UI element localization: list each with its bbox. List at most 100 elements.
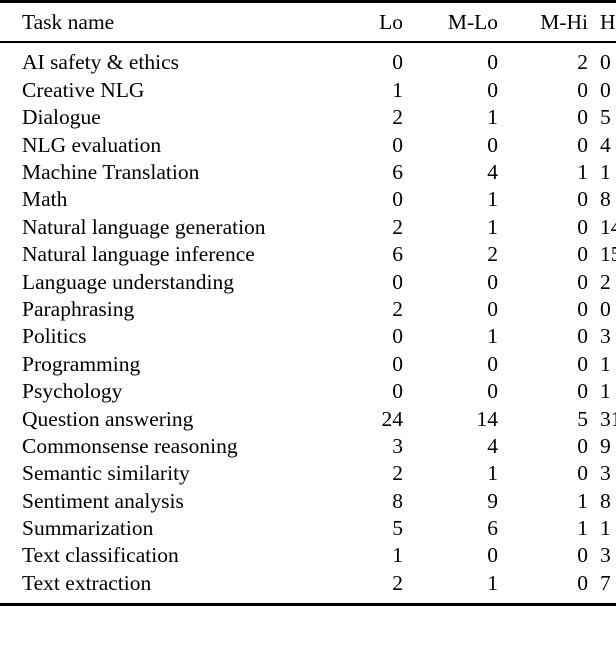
table-row: Machine Translation 6 4 1 1 — [0, 159, 616, 186]
cell-m-lo: 0 — [487, 296, 498, 321]
cell-m-lo: 1 — [487, 214, 498, 239]
table-row: Question answering 24 14 5 31 — [0, 406, 616, 433]
cell-lo: 0 — [392, 269, 403, 294]
cell-task-name: Natural language inference — [22, 242, 255, 267]
table-row: Sentiment analysis 8 9 1 8 — [0, 488, 616, 515]
table-row: Text classification 1 0 0 3 — [0, 543, 616, 570]
table-row: Semantic similarity 2 1 0 3 — [0, 460, 616, 487]
cell-task-name: Natural language generation — [22, 214, 266, 239]
cell-m-hi: 1 — [577, 160, 588, 184]
table-row: Programming 0 0 0 1 — [0, 351, 616, 378]
body-top-spacer — [0, 43, 616, 50]
cell-lo: 0 — [392, 132, 403, 157]
cell-m-hi: 0 — [577, 132, 588, 157]
cell-task-name: Language understanding — [22, 269, 234, 294]
cell-lo: 6 — [392, 160, 403, 184]
cell-lo: 2 — [392, 214, 403, 239]
cell-task-name: Machine Translation — [22, 160, 200, 184]
task-distribution-table: Task name Lo M-Lo M-Hi Hi AI safety & et… — [0, 0, 616, 607]
cell-lo: 5 — [392, 516, 403, 541]
table-row: Commonsense reasoning 3 4 0 9 — [0, 433, 616, 460]
cell-m-hi: 5 — [577, 406, 588, 431]
cell-m-hi: 0 — [577, 77, 588, 102]
cell-hi: 8 — [600, 488, 611, 513]
cell-m-hi: 0 — [577, 242, 588, 267]
column-header-row: Task name Lo M-Lo M-Hi Hi — [0, 10, 616, 34]
table-row: Paraphrasing 2 0 0 0 — [0, 296, 616, 323]
table-header: Task name Lo M-Lo M-Hi Hi — [0, 0, 616, 50]
cell-lo: 8 — [392, 488, 403, 513]
cell-hi: 1 — [600, 160, 611, 184]
cell-task-name: Programming — [22, 351, 141, 376]
cell-task-name: Math — [22, 187, 68, 212]
cell-m-lo: 1 — [487, 461, 498, 486]
cell-m-lo: 4 — [487, 433, 498, 458]
table-row: AI safety & ethics 0 0 2 0 — [0, 50, 616, 77]
cell-lo: 0 — [392, 324, 403, 349]
cell-m-hi: 1 — [577, 516, 588, 541]
table-container: Task name Lo M-Lo M-Hi Hi AI safety & et… — [0, 0, 616, 648]
table-row: Psychology 0 0 0 1 — [0, 378, 616, 405]
header-gap-bottom-row — [0, 34, 616, 41]
cell-hi: 3 — [600, 324, 611, 349]
cell-m-hi: 0 — [577, 461, 588, 486]
table-row: NLG evaluation 0 0 0 4 — [0, 132, 616, 159]
cell-m-hi: 0 — [577, 105, 588, 130]
cell-m-lo: 1 — [487, 570, 498, 595]
cell-m-lo: 0 — [487, 50, 498, 75]
cell-task-name: Sentiment analysis — [22, 488, 184, 513]
cell-m-lo: 14 — [476, 406, 499, 431]
cell-lo: 2 — [392, 105, 403, 130]
header-bottom-spacer — [0, 34, 616, 41]
table-footer — [0, 597, 616, 607]
cell-lo: 24 — [381, 406, 404, 431]
column-header-task-name: Task name — [22, 10, 115, 34]
cell-hi: 2 — [600, 269, 611, 294]
bottom-rule — [0, 603, 616, 607]
cell-m-lo: 0 — [487, 132, 498, 157]
cell-task-name: Dialogue — [22, 105, 101, 130]
cell-lo: 2 — [392, 296, 403, 321]
cell-m-hi: 0 — [577, 351, 588, 376]
body-gap-top-row — [0, 43, 616, 50]
cell-m-hi: 1 — [577, 488, 588, 513]
table-row: Math 0 1 0 8 — [0, 186, 616, 213]
column-header-hi: Hi — [600, 10, 616, 34]
cell-lo: 0 — [392, 351, 403, 376]
cell-task-name: NLG evaluation — [22, 132, 162, 157]
cell-m-hi: 0 — [577, 214, 588, 239]
table-row: Natural language generation 2 1 0 14 — [0, 214, 616, 241]
column-header-lo: Lo — [379, 10, 403, 34]
cell-lo: 2 — [392, 570, 403, 595]
cell-hi: 14 — [600, 214, 616, 239]
cell-task-name: Psychology — [22, 379, 123, 404]
cell-m-lo: 0 — [487, 543, 498, 568]
cell-hi: 1 — [600, 379, 611, 404]
cell-hi: 0 — [600, 296, 611, 321]
cell-hi: 4 — [600, 132, 611, 157]
cell-hi: 1 — [600, 516, 611, 541]
cell-m-lo: 1 — [487, 105, 498, 130]
cell-m-hi: 0 — [577, 379, 588, 404]
cell-task-name: AI safety & ethics — [22, 50, 180, 75]
cell-hi: 7 — [600, 570, 611, 595]
table-row: Summarization 5 6 1 1 — [0, 515, 616, 542]
cell-m-hi: 0 — [577, 570, 588, 595]
cell-lo: 0 — [392, 187, 403, 212]
cell-m-lo: 0 — [487, 379, 498, 404]
cell-m-lo: 1 — [487, 187, 498, 212]
table-row: Text extraction 2 1 0 7 — [0, 570, 616, 597]
cell-hi: 3 — [600, 543, 611, 568]
cell-m-hi: 2 — [577, 50, 588, 75]
cell-m-lo: 1 — [487, 324, 498, 349]
cell-lo: 2 — [392, 461, 403, 486]
cell-m-hi: 0 — [577, 543, 588, 568]
cell-task-name: Politics — [22, 324, 87, 349]
cell-m-hi: 0 — [577, 187, 588, 212]
cell-m-lo: 0 — [487, 77, 498, 102]
cell-hi: 3 — [600, 461, 611, 486]
cell-m-lo: 6 — [487, 516, 498, 541]
cell-lo: 3 — [392, 433, 403, 458]
cell-hi: 1 — [600, 351, 611, 376]
table-row: Politics 0 1 0 3 — [0, 323, 616, 350]
